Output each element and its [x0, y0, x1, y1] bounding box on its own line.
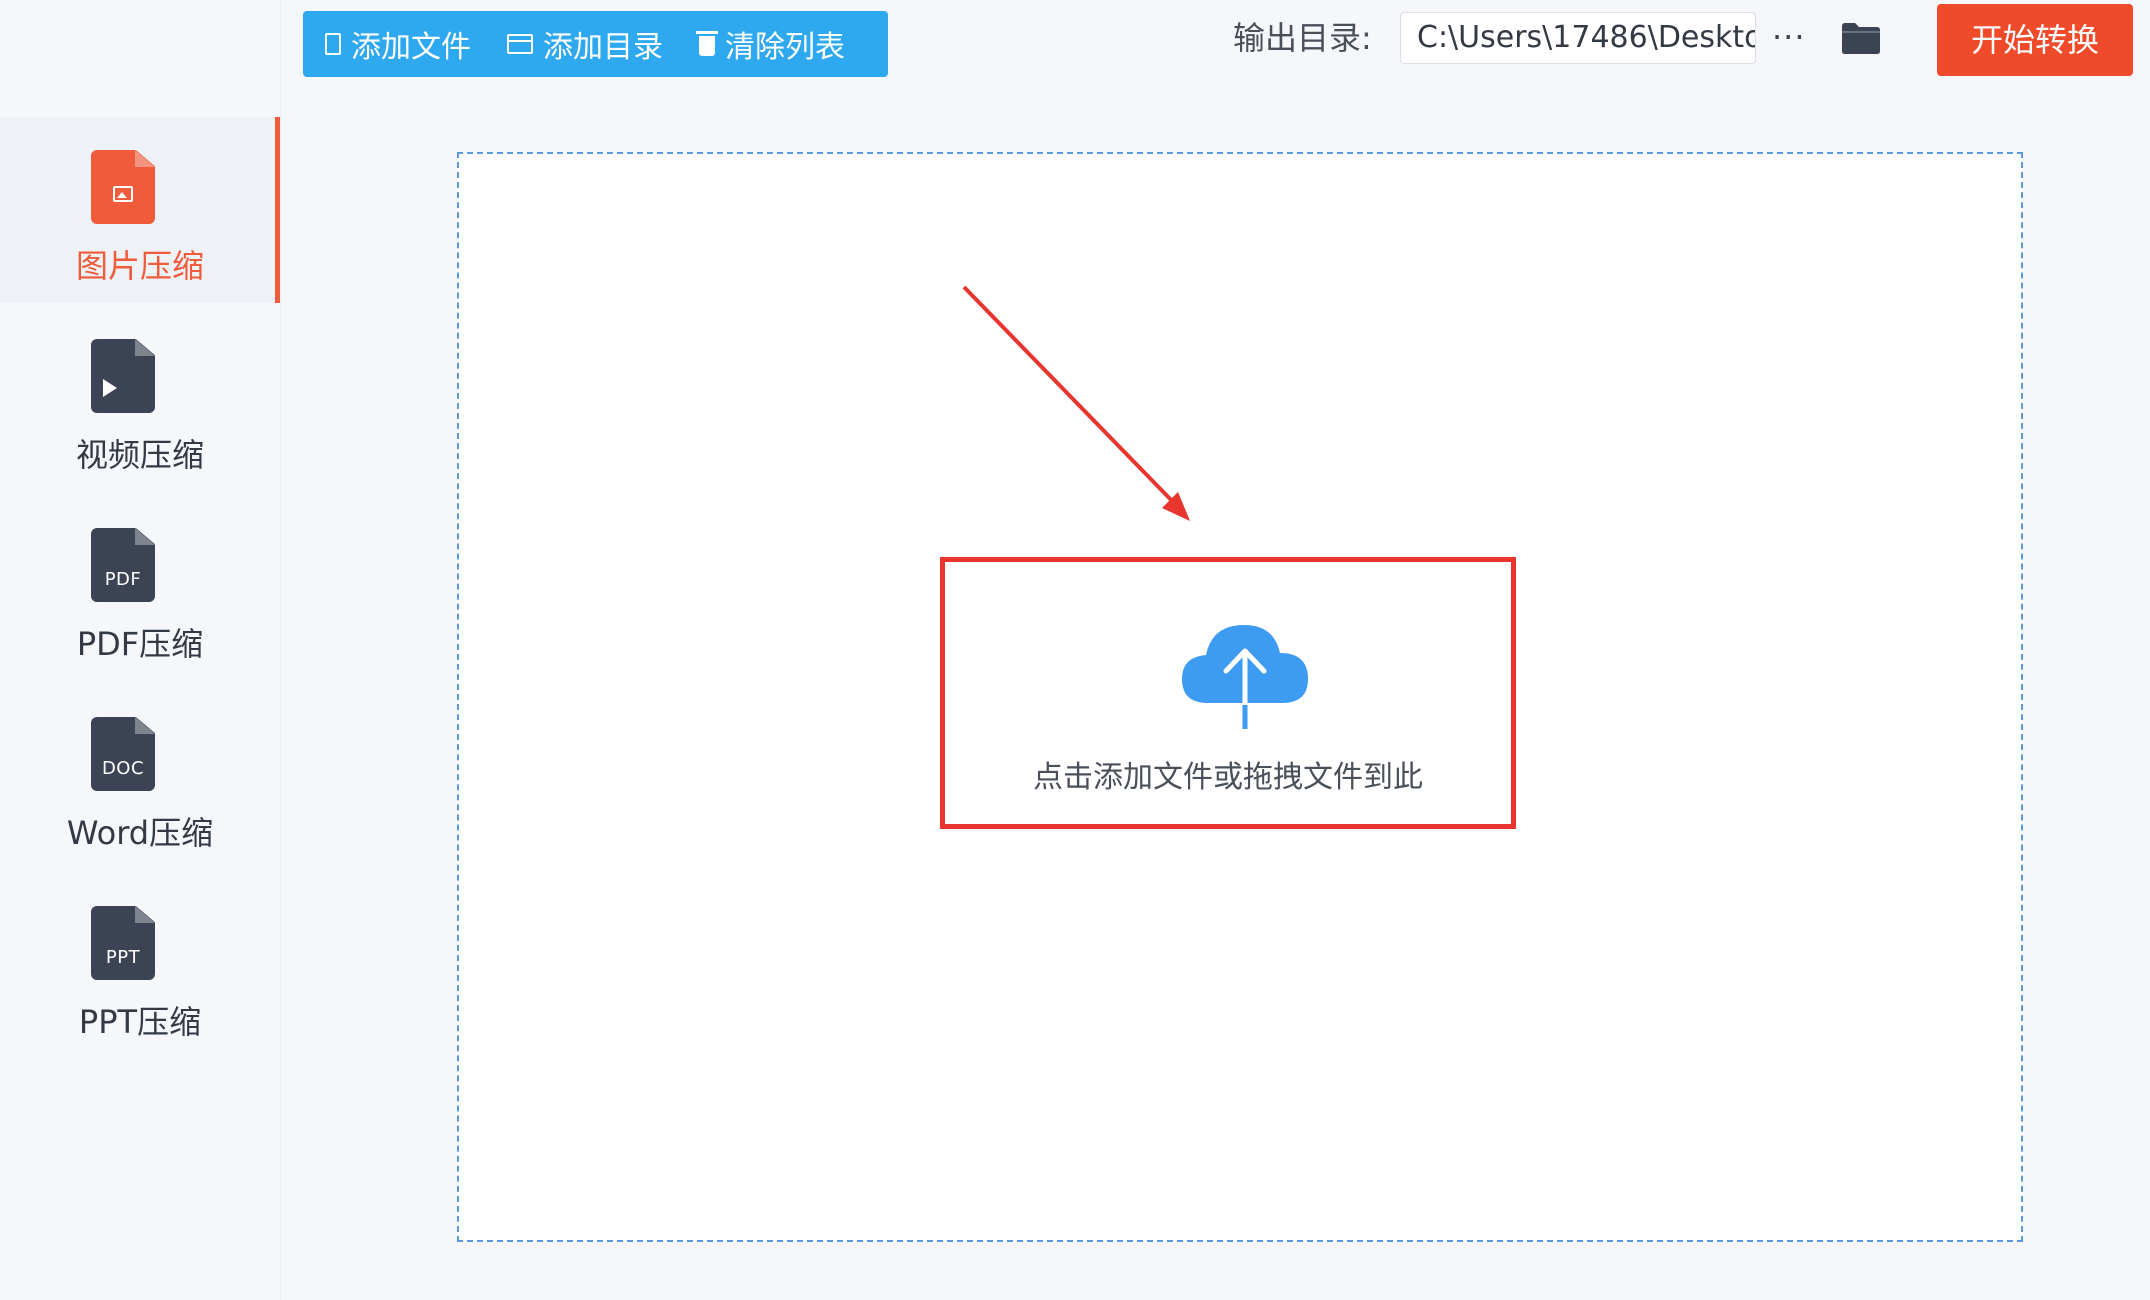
cloud-upload-icon: [1182, 625, 1308, 729]
file-icon: [325, 33, 341, 55]
add-directory-button[interactable]: 添加目录: [507, 22, 663, 66]
sidebar-item-label: Word压缩: [66, 814, 214, 852]
video-file-icon: [91, 339, 155, 413]
sidebar-item-word-compress[interactable]: DOC Word压缩: [0, 684, 280, 870]
sidebar-item-label: PPT压缩: [78, 1003, 202, 1041]
sidebar-item-video-compress[interactable]: 视频压缩: [0, 306, 280, 492]
doc-file-icon: DOC: [91, 717, 155, 791]
sidebar-item-image-compress[interactable]: 图片压缩: [0, 117, 280, 303]
image-file-icon: [91, 150, 155, 224]
trash-icon: [696, 31, 718, 56]
app-window: 图片压缩 视频压缩 PDF PDF压缩 DOC Word压缩 PPT PPT压缩…: [0, 0, 2150, 1300]
open-folder-icon[interactable]: [1840, 20, 1882, 56]
drop-instruction-text: 点击添加文件或拖拽文件到此: [1033, 760, 1423, 795]
sidebar-item-label: PDF压缩: [76, 625, 204, 663]
more-icon[interactable]: ···: [1772, 20, 1806, 54]
clear-list-button[interactable]: 清除列表: [696, 22, 845, 66]
output-dir-field[interactable]: C:\Users\17486\Deskto: [1400, 12, 1756, 64]
add-directory-label: 添加目录: [543, 30, 663, 65]
sidebar: 图片压缩 视频压缩 PDF PDF压缩 DOC Word压缩 PPT PPT压缩: [0, 0, 281, 1300]
ppt-file-icon: PPT: [91, 906, 155, 980]
sidebar-item-pdf-compress[interactable]: PDF PDF压缩: [0, 495, 280, 681]
clear-list-label: 清除列表: [725, 30, 845, 65]
sidebar-item-ppt-compress[interactable]: PPT PPT压缩: [0, 873, 280, 1059]
sidebar-item-label: 视频压缩: [75, 436, 204, 474]
toolbar: 添加文件 添加目录 清除列表: [303, 11, 888, 77]
sidebar-item-label: 图片压缩: [75, 247, 204, 285]
pdf-file-icon: PDF: [91, 528, 155, 602]
upload-area[interactable]: 点击添加文件或拖拽文件到此: [940, 557, 1516, 829]
folder-outline-icon: [507, 34, 533, 54]
add-file-label: 添加文件: [351, 30, 471, 65]
add-file-button[interactable]: 添加文件: [325, 22, 471, 66]
output-dir-label: 输出目录:: [1233, 19, 1372, 57]
start-convert-button[interactable]: 开始转换: [1937, 4, 2133, 76]
